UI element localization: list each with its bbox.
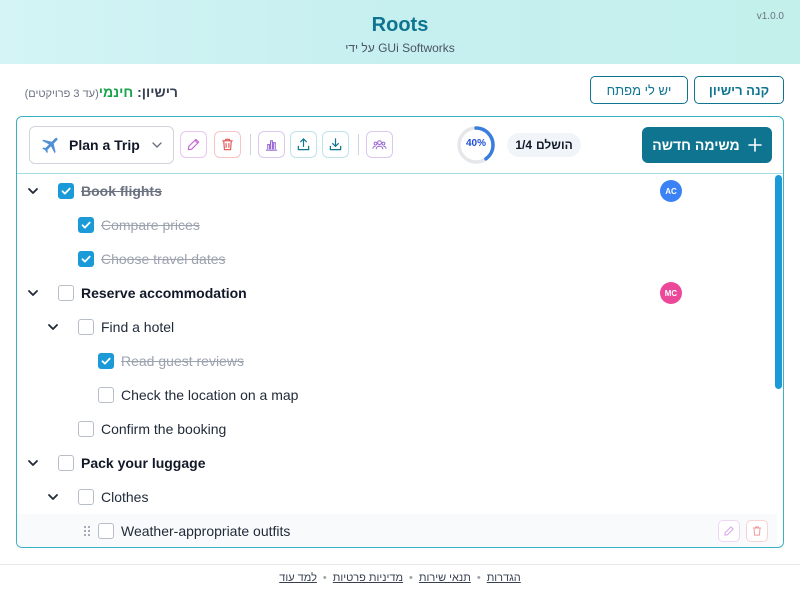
task-title: Find a hotel bbox=[101, 319, 175, 335]
chevron-down-icon[interactable] bbox=[47, 321, 59, 333]
license-bar: קנה רישיון יש לי מפתח רישיון: חינמי(עד 3… bbox=[0, 64, 800, 116]
task-row[interactable]: Weather-appropriate outfits bbox=[17, 514, 777, 547]
task-row[interactable]: Find a hotel bbox=[17, 310, 777, 344]
task-checkbox[interactable] bbox=[58, 285, 74, 301]
trash-icon bbox=[752, 526, 762, 536]
task-title: Read guest reviews bbox=[121, 353, 244, 369]
task-checkbox[interactable] bbox=[58, 455, 74, 471]
app-header: Roots על ידי GUi Softworks v1.0.0 bbox=[0, 0, 800, 64]
license-status: רישיון: חינמי(עד 3 פרויקטים) bbox=[25, 84, 178, 100]
task-title: Weather-appropriate outfits bbox=[121, 523, 291, 539]
completed-label: הושלם bbox=[536, 138, 573, 152]
task-row[interactable]: Clothes bbox=[17, 480, 777, 514]
assignee-avatar[interactable]: AC bbox=[660, 180, 682, 202]
trash-icon bbox=[222, 138, 233, 151]
task-checkbox[interactable] bbox=[98, 387, 114, 403]
task-title: Confirm the booking bbox=[101, 421, 227, 437]
task-title: Check the location on a map bbox=[121, 387, 299, 403]
download-icon bbox=[329, 138, 342, 151]
license-label: רישיון: bbox=[137, 84, 178, 100]
project-name: Plan a Trip bbox=[69, 137, 140, 153]
task-row[interactable]: Check the location on a map bbox=[17, 378, 777, 412]
bar-chart-icon bbox=[265, 140, 278, 151]
task-row[interactable]: Reserve accommodation MC bbox=[17, 276, 777, 310]
chevron-down-icon bbox=[152, 142, 162, 148]
task-checkbox[interactable] bbox=[78, 421, 94, 437]
task-title: Choose travel dates bbox=[101, 251, 226, 267]
footer-separator: • bbox=[476, 572, 481, 584]
import-button[interactable] bbox=[322, 131, 349, 158]
task-title: Book flights bbox=[81, 183, 162, 199]
app-version: v1.0.0 bbox=[756, 11, 784, 22]
chevron-down-icon[interactable] bbox=[47, 491, 59, 503]
license-value: חינמי bbox=[98, 84, 134, 100]
task-title: Clothes bbox=[101, 489, 149, 505]
check-icon bbox=[101, 357, 111, 365]
toolbar-divider bbox=[250, 134, 251, 155]
task-row[interactable]: Book flights AC bbox=[17, 174, 777, 208]
task-row[interactable]: Compare prices bbox=[17, 208, 777, 242]
task-list: Weather-appropriate outfits Clothes Pack y… bbox=[17, 174, 783, 547]
new-task-label: משימה חדשה bbox=[652, 137, 740, 153]
check-icon bbox=[81, 255, 91, 263]
task-checkbox[interactable] bbox=[98, 353, 114, 369]
delete-task-button[interactable] bbox=[746, 520, 768, 542]
airplane-icon bbox=[42, 137, 58, 154]
edit-task-button[interactable] bbox=[718, 520, 740, 542]
project-selector[interactable]: Plan a Trip bbox=[29, 126, 174, 164]
users-icon bbox=[372, 140, 387, 150]
chevron-down-icon[interactable] bbox=[27, 287, 39, 299]
footer-privacy-link[interactable]: מדיניות פרטיות bbox=[333, 572, 403, 584]
footer-terms-link[interactable]: תנאי שירות bbox=[419, 572, 471, 584]
drag-handle-icon[interactable] bbox=[82, 524, 92, 538]
task-checkbox[interactable] bbox=[78, 217, 94, 233]
footer-divider bbox=[0, 564, 800, 565]
upload-icon bbox=[297, 138, 310, 151]
app-subtitle: על ידי GUi Softworks bbox=[345, 41, 455, 55]
task-row[interactable]: Choose travel dates bbox=[17, 242, 777, 276]
license-note: (עד 3 פרויקטים) bbox=[24, 88, 99, 100]
task-row[interactable]: Read guest reviews bbox=[17, 344, 777, 378]
check-icon bbox=[61, 187, 71, 195]
team-button[interactable] bbox=[366, 131, 393, 158]
task-checkbox[interactable] bbox=[98, 523, 114, 539]
pencil-icon bbox=[724, 526, 734, 536]
task-title: Compare prices bbox=[101, 217, 200, 233]
delete-project-button[interactable] bbox=[214, 131, 241, 158]
task-checkbox[interactable] bbox=[58, 183, 74, 199]
footer-separator: • bbox=[409, 572, 413, 584]
scrollbar-thumb[interactable] bbox=[775, 175, 782, 389]
app-title: Roots bbox=[371, 14, 429, 36]
pencil-icon bbox=[187, 138, 200, 151]
assignee-avatar[interactable]: MC bbox=[660, 282, 682, 304]
plus-icon bbox=[747, 138, 762, 152]
project-panel: Plan a Trip 40% הושלם 1/4 משימה חדשה Wea… bbox=[16, 116, 784, 548]
new-task-button[interactable]: משימה חדשה bbox=[642, 127, 772, 163]
project-toolbar: Plan a Trip 40% הושלם 1/4 משימה חדשה bbox=[17, 117, 783, 174]
have-key-button[interactable]: יש לי מפתח bbox=[590, 76, 688, 104]
task-checkbox[interactable] bbox=[78, 319, 94, 335]
footer: הגדרות • תנאי שירות • מדיניות פרטיות • למד עוד bbox=[0, 572, 800, 584]
toolbar-divider bbox=[358, 134, 359, 155]
task-checkbox[interactable] bbox=[78, 489, 94, 505]
task-title: Reserve accommodation bbox=[81, 285, 247, 301]
chevron-down-icon[interactable] bbox=[27, 185, 39, 197]
export-button[interactable] bbox=[290, 131, 317, 158]
buy-license-button[interactable]: קנה רישיון bbox=[694, 76, 784, 104]
edit-project-button[interactable] bbox=[180, 131, 207, 158]
task-checkbox[interactable] bbox=[78, 251, 94, 267]
completed-count: 1/4 bbox=[515, 138, 533, 152]
stats-button[interactable] bbox=[258, 131, 285, 158]
task-row[interactable]: Pack your luggage bbox=[17, 446, 777, 480]
progress-percent: 40% bbox=[465, 138, 486, 149]
task-title: Pack your luggage bbox=[81, 455, 206, 471]
chevron-down-icon[interactable] bbox=[27, 457, 39, 469]
completed-badge: הושלם 1/4 bbox=[507, 133, 581, 157]
task-row[interactable]: Confirm the booking bbox=[17, 412, 777, 446]
footer-separator: • bbox=[322, 572, 327, 584]
footer-learn-more-link[interactable]: למד עוד bbox=[279, 572, 317, 584]
footer-settings-link[interactable]: הגדרות bbox=[487, 572, 521, 584]
check-icon bbox=[81, 221, 91, 229]
